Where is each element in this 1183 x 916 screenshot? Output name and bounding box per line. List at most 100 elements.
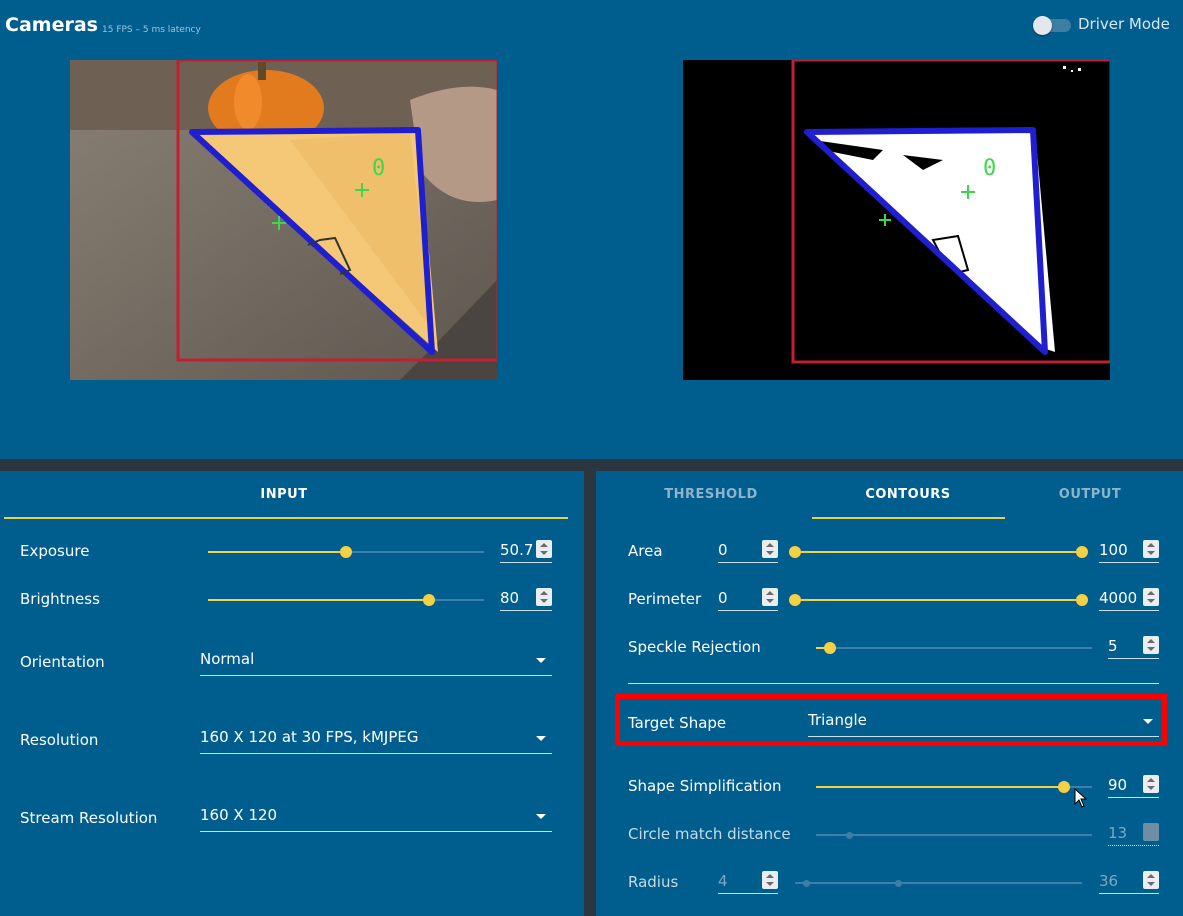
tab-input[interactable]: INPUT [0, 487, 568, 502]
perimeter-min-value: 0 [718, 589, 728, 607]
tab-contours[interactable]: CONTOURS [812, 487, 1004, 502]
perimeter-max-input[interactable]: 4000 [1099, 587, 1159, 611]
chevron-down-icon [536, 658, 546, 663]
contour-index-label: 0 [983, 156, 996, 181]
radius-min-input[interactable]: 4 [718, 870, 778, 894]
area-max-spinner[interactable] [1143, 540, 1159, 558]
circle-match-distance-input[interactable]: 13 [1108, 822, 1159, 846]
exposure-spinner[interactable] [536, 540, 552, 558]
tab-output[interactable]: OUTPUT [996, 487, 1183, 502]
brightness-input[interactable]: 80 [500, 587, 552, 611]
chevron-down-icon [536, 814, 546, 819]
brightness-label: Brightness [20, 590, 100, 608]
shape-simplification-spinner[interactable] [1143, 775, 1159, 793]
threshold-camera-stream: 0 [683, 60, 1110, 380]
orientation-label: Orientation [20, 653, 105, 671]
area-min-thumb[interactable] [789, 546, 801, 558]
input-settings-panel: INPUT Exposure 50.7 Brightness 80 Orient… [0, 471, 584, 916]
brightness-slider-thumb[interactable] [423, 594, 435, 606]
target-shape-label: Target Shape [628, 714, 727, 732]
speckle-rejection-label: Speckle Rejection [628, 638, 761, 656]
speckle-rejection-input[interactable]: 5 [1108, 635, 1159, 659]
radius-max-input[interactable]: 36 [1099, 870, 1159, 894]
area-min-input[interactable]: 0 [718, 539, 778, 563]
area-min-spinner[interactable] [762, 540, 778, 558]
exposure-slider-fill [208, 551, 346, 553]
perimeter-max-spinner[interactable] [1143, 588, 1159, 606]
orientation-value: Normal [200, 650, 255, 668]
perimeter-min-thumb[interactable] [789, 594, 801, 606]
resolution-select[interactable]: 160 X 120 at 30 FPS, kMJPEG [200, 724, 552, 754]
stream-resolution-value: 160 X 120 [200, 806, 278, 824]
brightness-slider-fill [208, 599, 429, 601]
driver-mode-label: Driver Mode [1078, 15, 1170, 33]
top-bar: Cameras 15 FPS – 5 ms latency Driver Mod… [0, 0, 1183, 50]
speckle-rejection-value: 5 [1108, 637, 1118, 655]
perimeter-label: Perimeter [628, 590, 702, 608]
speckle-rejection-slider-thumb[interactable] [824, 642, 836, 654]
resolution-label: Resolution [20, 731, 99, 749]
shape-simplification-slider-fill [816, 786, 1064, 788]
shape-simplification-input[interactable]: 90 [1108, 774, 1159, 798]
tab-input-underline [4, 517, 568, 519]
radius-range-slider[interactable] [795, 882, 1082, 884]
area-max-thumb[interactable] [1076, 546, 1088, 558]
radius-min-spinner[interactable] [762, 871, 778, 889]
brightness-spinner[interactable] [536, 588, 552, 606]
mouse-cursor-icon [1074, 788, 1088, 808]
shape-simplification-label: Shape Simplification [628, 777, 782, 795]
exposure-value: 50.7 [500, 541, 534, 559]
panel-gutter [584, 471, 596, 916]
stream-resolution-label: Stream Resolution [20, 809, 158, 827]
circle-match-distance-spinner[interactable] [1143, 823, 1159, 841]
area-min-value: 0 [718, 541, 728, 559]
exposure-label: Exposure [20, 542, 90, 560]
target-shape-value: Triangle [808, 711, 867, 729]
target-shape-select[interactable]: Triangle [808, 707, 1159, 737]
perimeter-min-input[interactable]: 0 [718, 587, 778, 611]
raw-camera-image: 0 [70, 60, 497, 380]
perimeter-range-slider[interactable] [795, 599, 1082, 601]
perimeter-max-thumb[interactable] [1076, 594, 1088, 606]
panel-divider [0, 459, 1183, 471]
radius-max-spinner[interactable] [1143, 871, 1159, 889]
radius-label: Radius [628, 873, 679, 891]
brightness-value: 80 [500, 589, 520, 607]
circle-match-distance-value: 13 [1108, 824, 1128, 842]
tab-contours-underline [812, 517, 1005, 519]
contour-index-label: 0 [372, 156, 385, 181]
chevron-down-icon [1143, 719, 1153, 724]
raw-camera-stream: 0 [70, 60, 497, 380]
pipeline-settings-panel: THRESHOLD CONTOURS OUTPUT Area 0 100 Per… [596, 471, 1183, 916]
circle-match-distance-label: Circle match distance [628, 825, 791, 843]
chevron-down-icon [536, 736, 546, 741]
radius-min-thumb[interactable] [803, 880, 810, 887]
exposure-slider-thumb[interactable] [340, 546, 352, 558]
stream-stats: 15 FPS – 5 ms latency [102, 25, 201, 35]
toggle-thumb [1033, 16, 1052, 35]
threshold-camera-image: 0 [683, 60, 1110, 380]
area-max-value: 100 [1099, 541, 1128, 559]
shape-simplification-slider-thumb[interactable] [1058, 781, 1070, 793]
area-range-slider[interactable] [795, 551, 1082, 553]
area-label: Area [628, 542, 663, 560]
driver-mode-toggle[interactable] [1033, 16, 1071, 35]
orientation-select[interactable]: Normal [200, 646, 552, 676]
circle-match-distance-slider-thumb[interactable] [846, 832, 853, 839]
tab-threshold[interactable]: THRESHOLD [616, 487, 806, 502]
page-title: Cameras [5, 14, 98, 36]
perimeter-min-spinner[interactable] [762, 588, 778, 606]
stream-resolution-select[interactable]: 160 X 120 [200, 802, 552, 832]
section-separator [628, 683, 1159, 684]
shape-simplification-value: 90 [1108, 776, 1128, 794]
radius-min-value: 4 [718, 872, 728, 890]
speckle-rejection-slider[interactable] [816, 647, 1092, 649]
exposure-input[interactable]: 50.7 [500, 539, 552, 563]
perimeter-max-value: 4000 [1099, 589, 1138, 607]
area-max-input[interactable]: 100 [1099, 539, 1159, 563]
radius-max-thumb[interactable] [895, 880, 902, 887]
circle-match-distance-slider[interactable] [816, 834, 1092, 836]
resolution-value: 160 X 120 at 30 FPS, kMJPEG [200, 728, 419, 746]
radius-max-value: 36 [1099, 872, 1119, 890]
speckle-rejection-spinner[interactable] [1143, 636, 1159, 654]
